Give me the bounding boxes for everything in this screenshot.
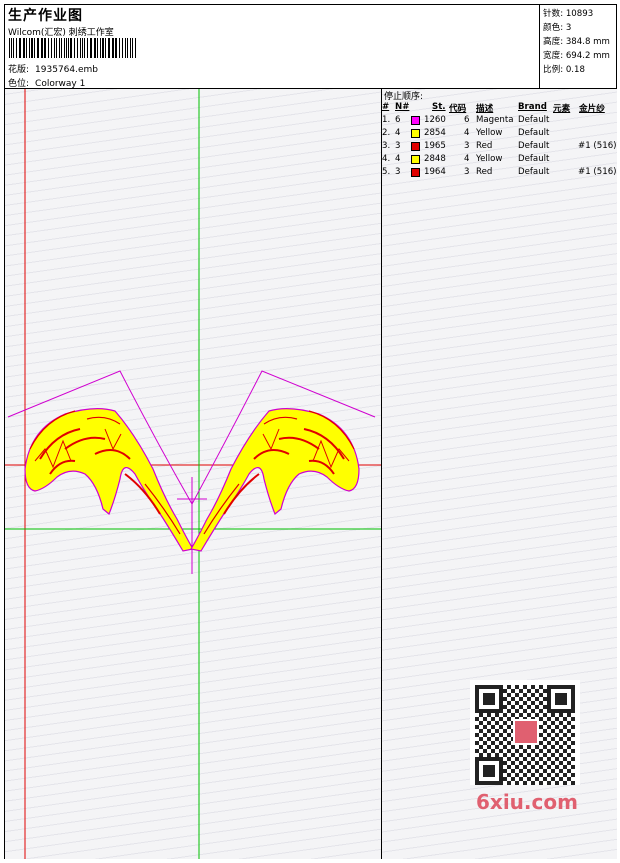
right-wing-motif [190, 408, 360, 552]
table-row: 5. 3 1964 3 Red Default #1 (516) [382, 167, 617, 180]
color-swatch [411, 168, 420, 177]
color-swatch [411, 142, 420, 151]
row-num: 5. [382, 167, 391, 177]
row-code: 6 [464, 115, 470, 125]
row-brand: Default [518, 128, 550, 138]
design-file-label: 花版: [8, 65, 30, 75]
studio-name: Wilcom(汇宏) 刺绣工作室 [8, 28, 114, 38]
row-desc: Magenta [476, 115, 514, 125]
col-header-num: # [382, 102, 390, 112]
row-brand: Default [518, 141, 550, 151]
row-needle: 3 [395, 141, 401, 151]
row-code: 3 [464, 141, 470, 151]
design-stats: 针数: 10893 颜色: 3 高度: 384.8 mm 宽度: 694.2 m… [539, 5, 617, 88]
col-header-code: 代码 [449, 104, 467, 114]
table-row: 3. 3 1965 3 Red Default #1 (516) [382, 141, 617, 154]
header-info: 生产作业图 Wilcom(汇宏) 刺绣工作室 花版: 1935764.emb 色位… [5, 5, 539, 89]
table-row: 4. 4 2848 4 Yellow Default [382, 154, 617, 167]
col-header-brand: Brand [518, 102, 547, 112]
row-sequin: #1 (516) [578, 167, 617, 177]
left-wing-motif [24, 408, 194, 552]
row-num: 4. [382, 154, 391, 164]
watermark-text: 6xiu.com [476, 790, 578, 814]
row-stitches: 1964 [424, 167, 446, 177]
page-title: 生产作业图 [8, 8, 83, 24]
col-header-sequin: 金片纱 [579, 104, 605, 114]
row-code: 4 [464, 154, 470, 164]
design-preview [5, 89, 381, 859]
design-scale: 比例: 0.18 [543, 65, 585, 75]
table-row: 1. 6 1260 6 Magenta Default [382, 115, 617, 128]
design-height: 高度: 384.8 mm [543, 37, 610, 47]
row-desc: Red [476, 167, 493, 177]
design-width: 宽度: 694.2 mm [543, 51, 610, 61]
row-needle: 4 [395, 128, 401, 138]
col-header-element: 元素 [553, 104, 571, 114]
barcode-icon [9, 38, 136, 58]
row-desc: Yellow [476, 128, 503, 138]
table-row: 2. 4 2854 4 Yellow Default [382, 128, 617, 141]
row-sequin: #1 (516) [578, 141, 617, 151]
embroidery-design-drawing [5, 89, 381, 859]
row-num: 1. [382, 115, 391, 125]
row-needle: 3 [395, 167, 401, 177]
row-needle: 6 [395, 115, 401, 125]
color-count: 颜色: 3 [543, 23, 572, 33]
col-header-n: N# [395, 102, 410, 112]
design-file-value: 1935764.emb [35, 65, 99, 75]
color-swatch [411, 129, 420, 138]
row-code: 4 [464, 128, 470, 138]
row-num: 3. [382, 141, 391, 151]
row-brand: Default [518, 154, 550, 164]
row-stitches: 2848 [424, 154, 446, 164]
col-header-st: St. [432, 102, 446, 112]
row-code: 3 [464, 167, 470, 177]
stitch-count: 针数: 10893 [543, 9, 594, 19]
row-needle: 4 [395, 154, 401, 164]
color-swatch [411, 116, 420, 125]
row-stitches: 2854 [424, 128, 446, 138]
stop-sequence-title: 停止顺序: [384, 92, 424, 102]
color-swatch [411, 155, 420, 164]
row-desc: Yellow [476, 154, 503, 164]
row-brand: Default [518, 167, 550, 177]
row-brand: Default [518, 115, 550, 125]
row-desc: Red [476, 141, 493, 151]
row-stitches: 1965 [424, 141, 446, 151]
row-num: 2. [382, 128, 391, 138]
design-file-line: 花版: 1935764.emb [8, 62, 98, 75]
col-header-desc: 描述 [476, 104, 494, 114]
row-stitches: 1260 [424, 115, 446, 125]
